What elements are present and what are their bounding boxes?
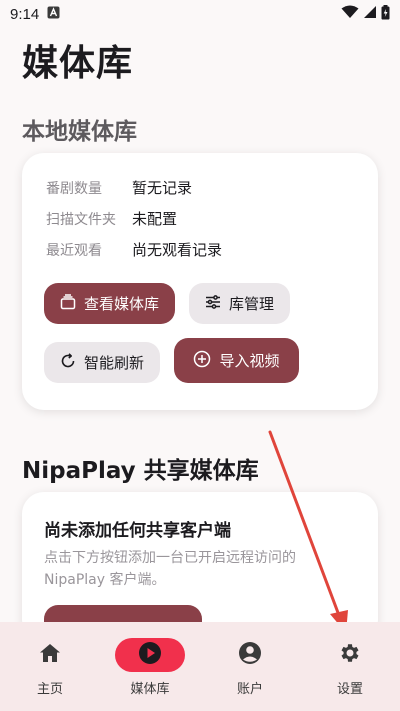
view-library-label: 查看媒体库 bbox=[83, 295, 159, 313]
home-icon-wrap bbox=[15, 638, 85, 672]
page-title: 媒体库 bbox=[22, 43, 134, 84]
local-library-card: 番剧数量 暂无记录 扫描文件夹 未配置 最近观看 尚无观看记录 查看媒体库 库管… bbox=[22, 153, 378, 410]
shared-empty-title: 尚未添加任何共享客户端 bbox=[44, 521, 231, 541]
play-circle-icon bbox=[138, 641, 162, 669]
episode-count-row: 番剧数量 暂无记录 bbox=[46, 177, 192, 198]
import-video-button[interactable]: 导入视频 bbox=[174, 338, 299, 383]
local-library-section-title: 本地媒体库 bbox=[22, 119, 137, 145]
scan-folder-row: 扫描文件夹 未配置 bbox=[46, 208, 177, 229]
bottom-navigation: 主页 媒体库 账户 设置 bbox=[0, 622, 400, 711]
notification-a-icon bbox=[47, 6, 60, 23]
shared-library-card: 尚未添加任何共享客户端 点击下方按钮添加一台已开启远程访问的 NipaPlay … bbox=[22, 492, 378, 645]
home-icon bbox=[39, 643, 61, 667]
episode-count-value: 暂无记录 bbox=[132, 179, 193, 197]
tune-icon bbox=[205, 294, 221, 313]
signal-icon bbox=[363, 5, 377, 23]
nav-label-media-library: 媒体库 bbox=[130, 682, 170, 697]
nav-item-home[interactable]: 主页 bbox=[0, 622, 100, 711]
nav-label-account: 账户 bbox=[236, 682, 263, 697]
status-time: 9:14 bbox=[10, 5, 40, 23]
recent-watch-row: 最近观看 尚无观看记录 bbox=[46, 239, 222, 260]
wifi-icon bbox=[341, 5, 359, 23]
shared-empty-description: 点击下方按钮添加一台已开启远程访问的 NipaPlay 客户端。 bbox=[44, 550, 296, 588]
media-library-icon-wrap bbox=[115, 638, 185, 672]
refresh-icon bbox=[60, 352, 76, 373]
episode-count-label: 番剧数量 bbox=[46, 180, 102, 197]
library-manage-button[interactable]: 库管理 bbox=[189, 283, 290, 324]
nav-label-settings: 设置 bbox=[336, 682, 363, 697]
library-manage-label: 库管理 bbox=[228, 295, 274, 313]
gear-icon bbox=[338, 641, 362, 669]
nav-label-home: 主页 bbox=[36, 682, 63, 697]
library-icon bbox=[60, 293, 76, 314]
status-left: 9:14 bbox=[10, 6, 60, 23]
scan-folder-label: 扫描文件夹 bbox=[46, 211, 116, 228]
smart-refresh-button[interactable]: 智能刷新 bbox=[44, 342, 160, 383]
scan-folder-value: 未配置 bbox=[132, 210, 178, 228]
settings-icon-wrap bbox=[315, 638, 385, 672]
nav-item-media-library[interactable]: 媒体库 bbox=[100, 622, 200, 711]
account-circle-icon bbox=[238, 641, 262, 669]
add-circle-icon bbox=[193, 350, 211, 372]
shared-library-section-title: NipaPlay 共享媒体库 bbox=[22, 458, 259, 484]
status-bar: 9:14 bbox=[0, 0, 400, 28]
battery-icon bbox=[381, 4, 390, 24]
account-icon-wrap bbox=[215, 638, 285, 672]
nav-item-account[interactable]: 账户 bbox=[200, 622, 300, 711]
smart-refresh-label: 智能刷新 bbox=[83, 354, 144, 372]
status-right bbox=[341, 4, 390, 24]
nav-item-settings[interactable]: 设置 bbox=[300, 622, 400, 711]
import-video-label: 导入视频 bbox=[219, 352, 280, 370]
recent-watch-label: 最近观看 bbox=[46, 242, 102, 259]
view-library-button[interactable]: 查看媒体库 bbox=[44, 283, 175, 324]
recent-watch-value: 尚无观看记录 bbox=[132, 241, 223, 259]
